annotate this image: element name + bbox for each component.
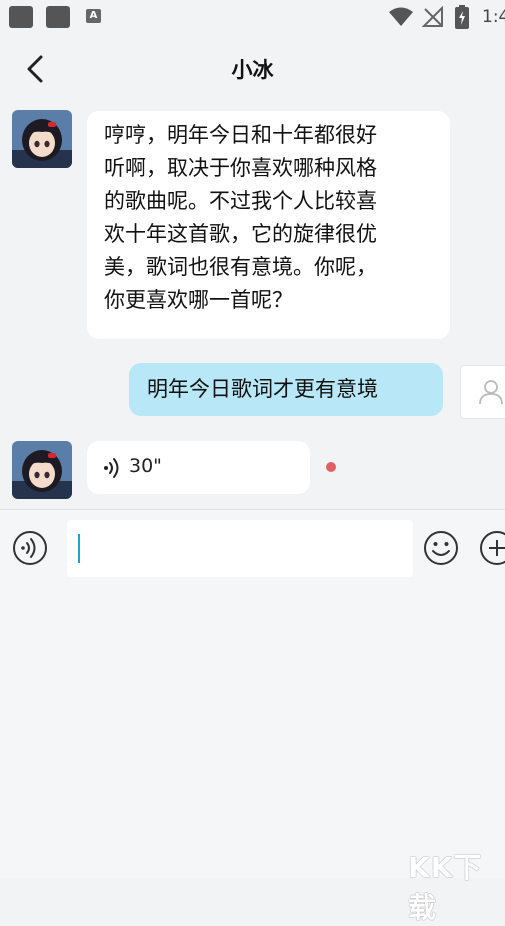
a-badge-icon: A [86,9,101,23]
notification-icon [9,6,33,28]
voice-message-bubble[interactable]: 30" [87,441,310,494]
keyboard-area [0,588,505,878]
unread-dot [326,462,336,472]
input-bar [0,509,505,588]
voice-duration: 30" [129,455,162,477]
user-message-text: 明年今日歌词才更有意境 [147,377,378,401]
wifi-icon [389,7,413,26]
no-signal-icon [422,6,443,27]
bot-avatar[interactable] [12,110,72,168]
voice-input-button[interactable] [12,530,48,566]
notification-icon [46,6,70,28]
watermark: KK下载 [408,851,483,924]
bot-message-bubble[interactable]: 哼哼，明年今日和十年都很好 听啊，取决于你喜欢哪种风格 的歌曲呢。不过我个人比较… [87,111,450,339]
battery-icon [455,5,469,29]
person-icon [479,380,503,405]
bot-message-text: 哼哼，明年今日和十年都很好 听啊，取决于你喜欢哪种风格 的歌曲呢。不过我个人比较… [104,123,377,312]
text-cursor [78,534,80,563]
emoji-button[interactable] [423,530,459,566]
voice-wave-icon [104,458,119,478]
user-message-bubble[interactable]: 明年今日歌词才更有意境 [129,363,443,416]
chat-header: 小冰 [0,34,505,104]
user-avatar[interactable] [460,365,505,419]
message-input[interactable] [67,520,413,577]
status-bar: A 1:4 [0,0,505,34]
bot-avatar[interactable] [12,441,72,499]
chat-title: 小冰 [231,58,274,82]
add-button[interactable] [479,530,505,566]
clock: 1:4 [482,7,505,27]
